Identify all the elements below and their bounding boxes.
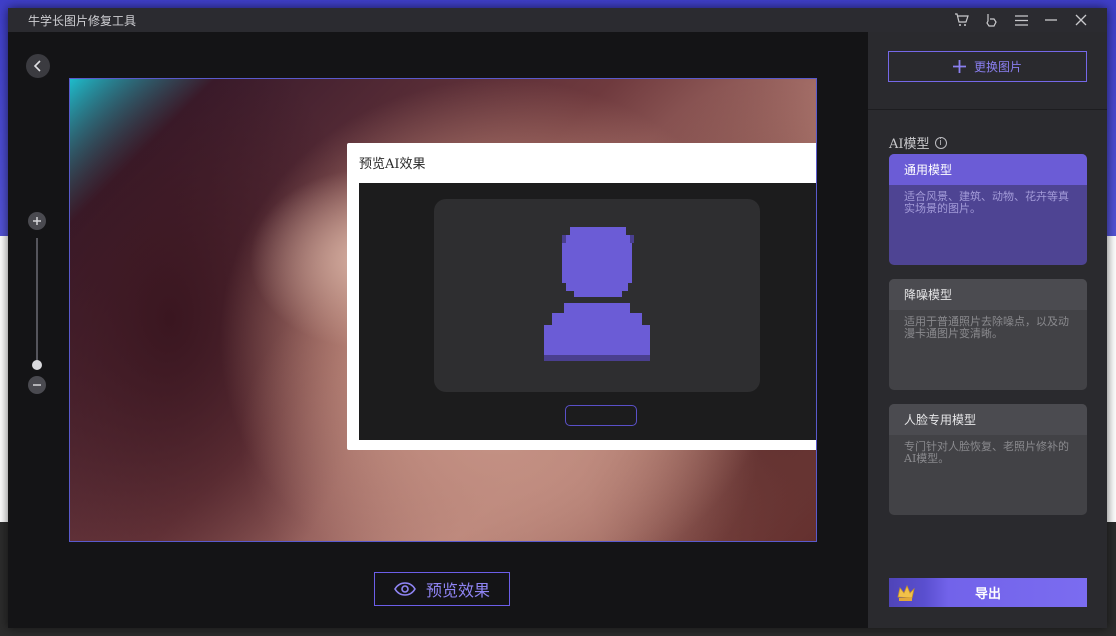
- sidebar: 更换图片 AI模型 i 通用模型 适合风景、建筑、动物、花卉等真实场景的图片。 …: [868, 32, 1107, 628]
- crown-icon: [897, 584, 915, 601]
- preview-effect-label: 预览效果: [425, 581, 490, 600]
- model-card-general[interactable]: 通用模型 适合风景、建筑、动物、花卉等真实场景的图片。: [889, 154, 1087, 265]
- export-label: 导出: [974, 587, 1001, 602]
- model-description: 专门针对人脸恢复、老照片修补的AI模型。: [904, 440, 1069, 465]
- model-card-denoise[interactable]: 降噪模型 适用于普通照片去除噪点，以及动漫卡通图片变清晰。: [889, 279, 1087, 390]
- cart-icon[interactable]: [953, 12, 969, 28]
- replace-image-label: 更换图片: [973, 60, 1022, 74]
- back-button[interactable]: [26, 54, 50, 78]
- model-description: 适用于普通照片去除噪点，以及动漫卡通图片变清晰。: [904, 315, 1069, 340]
- model-title: 人脸专用模型: [889, 404, 1087, 435]
- menu-icon[interactable]: [1013, 12, 1029, 28]
- preview-effect-button[interactable]: 预览效果: [374, 572, 510, 606]
- minimize-icon[interactable]: [1043, 12, 1059, 28]
- plus-icon: [33, 217, 41, 225]
- preview-dialog: 预览AI效果: [347, 143, 816, 450]
- zoom-slider-handle[interactable]: [32, 360, 42, 370]
- feedback-icon[interactable]: [983, 12, 999, 28]
- export-button[interactable]: 导出: [889, 578, 1087, 607]
- model-title: 降噪模型: [889, 279, 1087, 310]
- zoom-out-button[interactable]: [28, 376, 46, 394]
- model-card-face[interactable]: 人脸专用模型 专门针对人脸恢复、老照片修补的AI模型。: [889, 404, 1087, 515]
- model-description: 适合风景、建筑、动物、花卉等真实场景的图片。: [904, 190, 1069, 215]
- zoom-slider-track[interactable]: [36, 238, 38, 368]
- workspace: 预览AI效果 预览效果: [8, 32, 868, 628]
- model-title: 通用模型: [889, 154, 1087, 185]
- titlebar-icons: [953, 8, 1089, 32]
- preview-animation: [359, 183, 816, 440]
- sidebar-divider: [868, 109, 1107, 110]
- ai-model-header: AI模型 i: [889, 133, 947, 152]
- replace-image-button[interactable]: 更换图片: [888, 51, 1087, 82]
- title-bar: 牛学长图片修复工具: [8, 8, 1107, 32]
- app-title: 牛学长图片修复工具: [28, 14, 137, 28]
- user-avatar-icon: [544, 227, 650, 361]
- preview-dialog-title: 预览AI效果: [359, 157, 426, 172]
- preview-placeholder-card: [434, 199, 760, 392]
- app-window: 牛学长图片修复工具 预览AI效果 预览效果 更换图片 AI模型 i 通用模型 适…: [8, 8, 1107, 628]
- minus-icon: [33, 384, 41, 386]
- info-icon[interactable]: i: [934, 136, 947, 149]
- image-canvas[interactable]: 预览AI效果: [69, 78, 817, 542]
- plus-icon: [952, 60, 966, 73]
- zoom-in-button[interactable]: [28, 212, 46, 230]
- ai-model-label: AI模型: [889, 137, 930, 152]
- close-icon[interactable]: [1073, 12, 1089, 28]
- eye-icon: [394, 582, 416, 596]
- chevron-left-icon: [33, 60, 41, 72]
- preview-placeholder-button: [565, 405, 637, 426]
